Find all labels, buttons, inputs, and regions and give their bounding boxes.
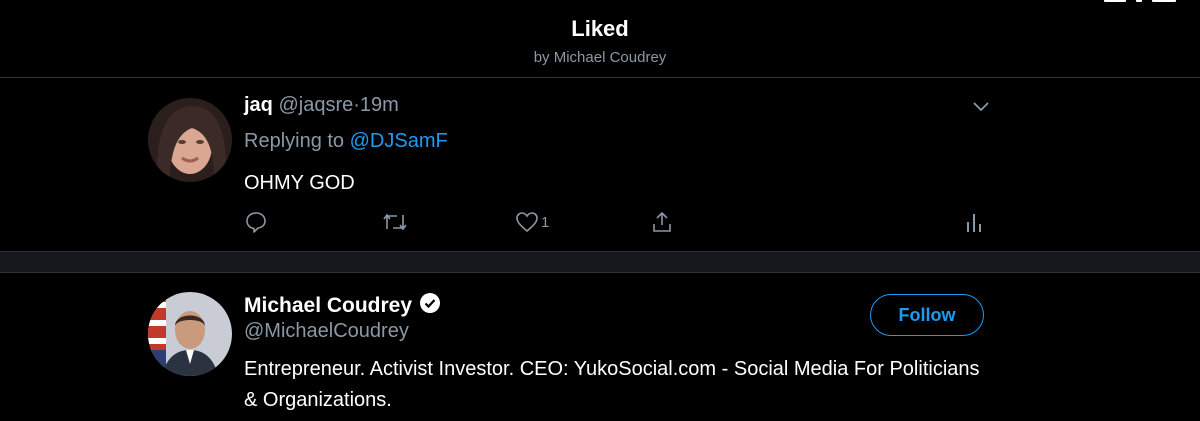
user-card[interactable]: Michael Coudrey @MichaelCoudrey Follow E… — [0, 272, 1200, 421]
follow-button[interactable]: Follow — [870, 294, 984, 336]
user-name-row: Michael Coudrey — [244, 292, 441, 320]
replying-to: Replying to @DJSamF — [244, 130, 448, 153]
replying-to-mention[interactable]: @DJSamF — [350, 130, 448, 152]
verified-badge-icon — [419, 292, 441, 320]
tweet-separator: · — [353, 94, 360, 116]
page-header: Liked by Michael Coudrey — [0, 0, 1200, 78]
user-name[interactable]: Michael Coudrey — [244, 294, 412, 318]
page-subtitle: by Michael Coudrey — [533, 49, 667, 66]
share-icon[interactable] — [650, 210, 674, 239]
user-bio: Entrepreneur. Activist Investor. CEO: Yu… — [244, 358, 980, 411]
replying-to-prefix: Replying to — [244, 130, 345, 152]
avatar[interactable] — [148, 98, 232, 182]
user-handle[interactable]: @MichaelCoudrey — [244, 320, 409, 343]
tweet[interactable]: jaq @jaqsre·19m Replying to @DJSamF OHMY… — [0, 78, 1200, 251]
tweet-author-name[interactable]: jaq — [244, 94, 273, 116]
analytics-icon[interactable] — [964, 210, 984, 239]
like-count: 1 — [541, 214, 550, 231]
retweet-icon[interactable] — [382, 210, 408, 239]
tweet-header: jaq @jaqsre·19m — [244, 94, 399, 117]
reply-icon[interactable] — [244, 210, 268, 239]
section-divider — [0, 251, 1200, 273]
tweet-author-handle[interactable]: @jaqsre — [278, 94, 353, 116]
tweet-text: OHMY GOD — [244, 172, 355, 194]
page-title: Liked — [571, 16, 629, 41]
like-icon[interactable] — [515, 210, 539, 239]
avatar[interactable] — [148, 292, 232, 376]
chevron-down-icon[interactable] — [972, 100, 990, 118]
tweet-time: 19m — [359, 94, 399, 116]
